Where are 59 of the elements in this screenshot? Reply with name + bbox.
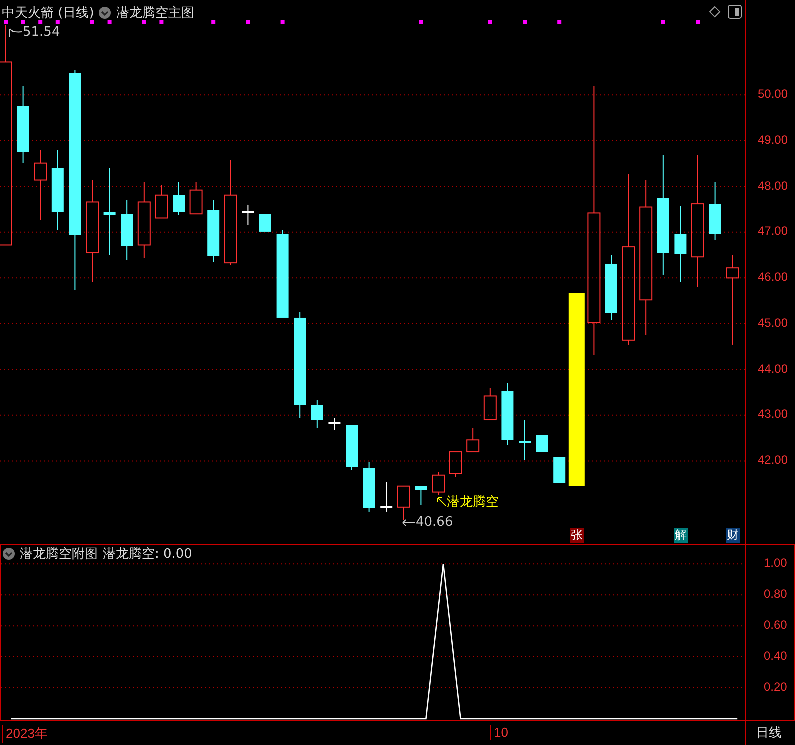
arrow-icon xyxy=(9,28,23,38)
arrow-icon xyxy=(402,518,416,526)
candle xyxy=(415,486,428,506)
price-label: 50.00 xyxy=(758,87,788,102)
price-label: 44.00 xyxy=(758,362,788,376)
candle xyxy=(519,420,531,461)
toggle-icon[interactable] xyxy=(728,5,742,19)
price-label: 42.00 xyxy=(758,453,788,468)
date-label: 2023年 xyxy=(2,725,48,743)
candle xyxy=(466,428,480,453)
event-badge[interactable]: 财 xyxy=(726,528,740,543)
candle xyxy=(380,482,393,512)
candle xyxy=(190,182,203,215)
indicator-reading: 潜龙腾空: 0.00 xyxy=(103,546,192,563)
price-label: 47.00 xyxy=(758,224,788,238)
axis-tick-label: 0.20 xyxy=(764,680,788,694)
event-badge[interactable]: 张 xyxy=(570,528,584,543)
period-label[interactable]: 日线 xyxy=(745,721,795,745)
axis-tick-label: 1.00 xyxy=(764,556,788,570)
candle xyxy=(346,425,358,471)
diamond-icon[interactable] xyxy=(709,6,721,18)
low-price-label: 40.66 xyxy=(416,515,454,530)
candle xyxy=(328,418,341,431)
date-label: 10 xyxy=(490,725,508,740)
candle xyxy=(536,435,548,452)
candle xyxy=(554,457,566,484)
candle xyxy=(260,214,272,232)
price-label: 43.00 xyxy=(758,407,788,422)
candle xyxy=(502,382,514,446)
candle xyxy=(449,452,462,478)
high-price-label: 51.54 xyxy=(23,25,60,40)
price-label: 46.00 xyxy=(758,270,788,284)
candle xyxy=(484,387,497,420)
price-label: 48.00 xyxy=(758,178,788,193)
axis-tick-label: 0.40 xyxy=(764,649,788,664)
candle xyxy=(121,200,134,261)
candle xyxy=(173,182,185,216)
stock-title: 中天火箭 (日线) xyxy=(2,5,94,22)
candle xyxy=(208,200,220,263)
candle xyxy=(311,400,324,429)
candle xyxy=(606,254,618,321)
price-label: 49.00 xyxy=(758,132,788,147)
candle xyxy=(709,182,722,241)
axis-tick-label: 0.80 xyxy=(764,587,788,602)
candle xyxy=(34,150,48,221)
signal-label: 潜龙腾空 xyxy=(447,494,499,511)
price-label: 45.00 xyxy=(758,316,788,330)
arrow-icon xyxy=(437,497,447,507)
candle xyxy=(155,184,168,219)
dropdown-icon[interactable] xyxy=(3,548,15,560)
candle xyxy=(432,472,445,496)
event-badge[interactable]: 解 xyxy=(674,528,688,543)
axis-tick-label: 0.60 xyxy=(764,618,788,632)
indicator-title: 潜龙腾空主图 xyxy=(116,5,194,22)
candle xyxy=(242,204,254,226)
panel-title: 潜龙腾空附图 xyxy=(20,546,98,563)
candle xyxy=(397,486,410,521)
candle xyxy=(363,462,376,512)
dropdown-icon[interactable] xyxy=(99,7,112,19)
